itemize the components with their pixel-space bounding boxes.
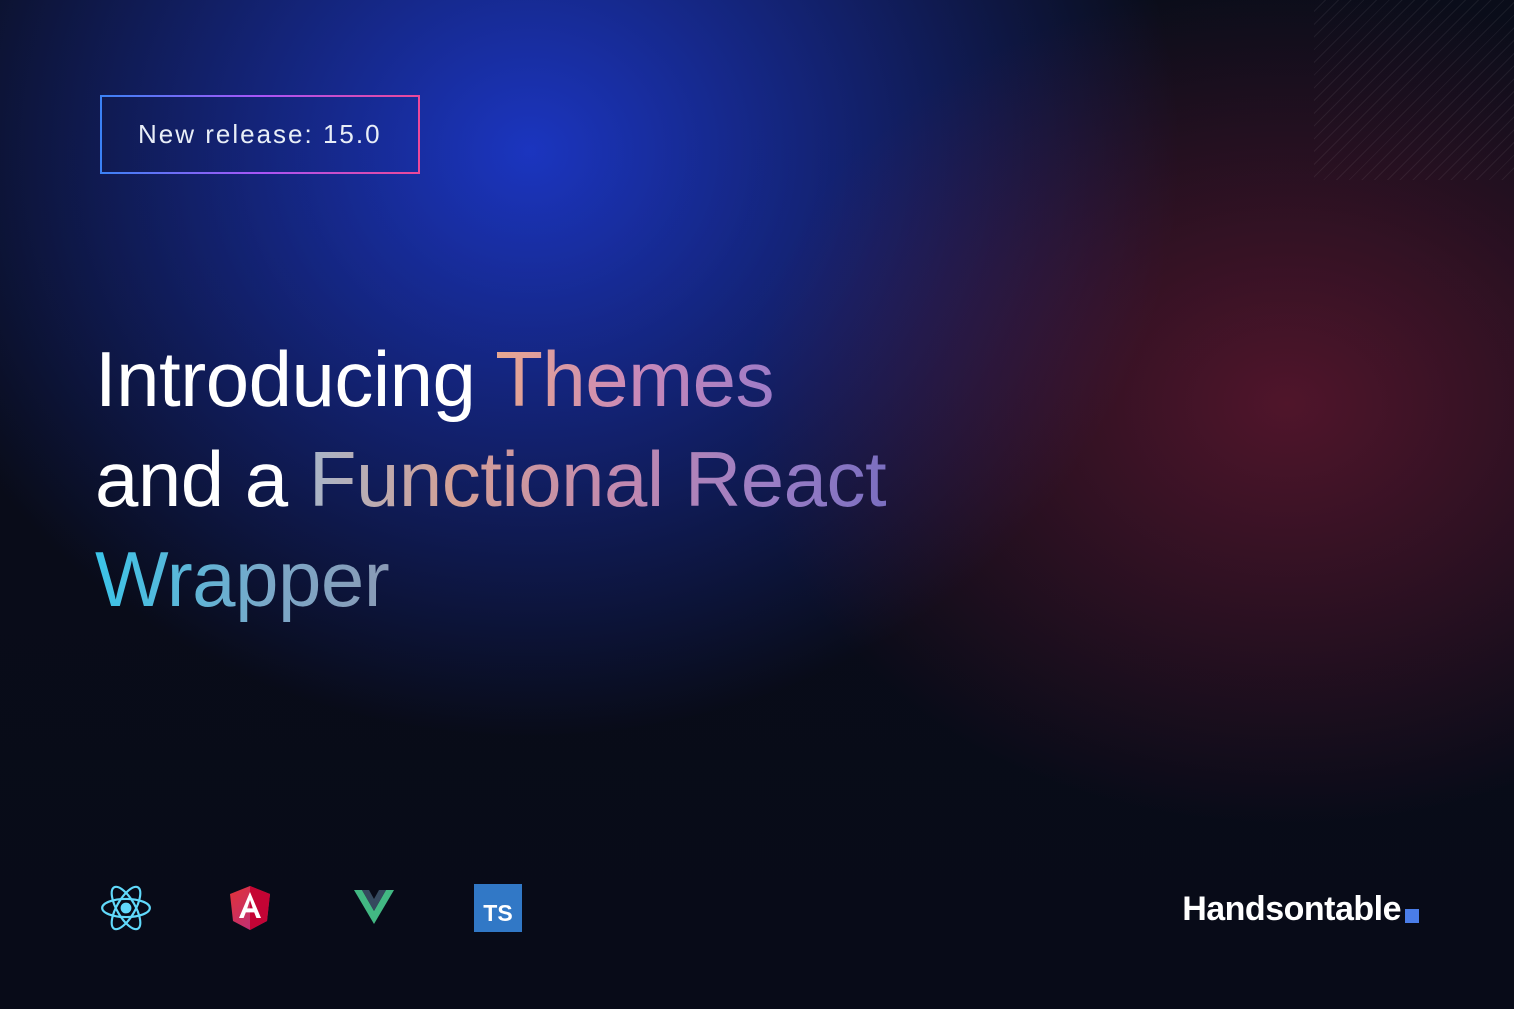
headline-part-themes: Themes [495, 335, 774, 423]
main-headline: Introducing Themes and a Functional Reac… [95, 330, 886, 629]
release-badge: New release: 15.0 [100, 95, 420, 174]
brand-logo: Handsontable [1182, 890, 1419, 929]
headline-part-wrapper: Wrapper [95, 535, 389, 623]
vue-icon [348, 882, 400, 934]
headline-part-functional-react: Functional React [309, 435, 886, 523]
headline-part-intro: Introducing [95, 335, 495, 423]
brand-accent-dot [1405, 909, 1419, 923]
headline-part-and: and a [95, 435, 309, 523]
release-badge-label: New release: 15.0 [138, 119, 382, 149]
svg-text:TS: TS [483, 900, 512, 926]
brand-text: Handsontable [1182, 890, 1401, 929]
angular-icon [224, 882, 276, 934]
decorative-diagonal-lines [1314, 0, 1514, 180]
react-icon [100, 882, 152, 934]
typescript-icon: TS [472, 882, 524, 934]
tech-icons-row: TS [100, 882, 524, 934]
